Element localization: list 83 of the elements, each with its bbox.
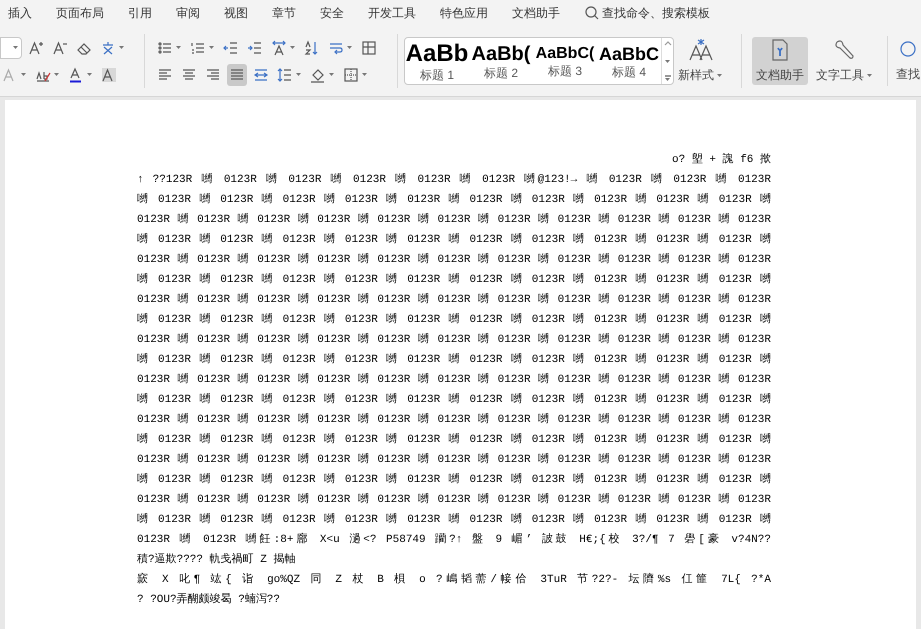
text-direction-icon bbox=[271, 40, 287, 56]
text-line: ? ?OU?弄醐颇竣曷 ?蝻泻?? bbox=[137, 592, 282, 608]
caret-icon bbox=[289, 44, 296, 51]
text-line: 嚩 0123R 嚩 0123R 嚩 0123R 嚩 0123R 嚩 0123R 嚩 0123R 嚩 0123R 嚩 0123R 嚩 0123R 嚩 0123R 嚩 bbox=[137, 472, 771, 488]
paint-bucket-icon bbox=[310, 66, 326, 82]
text-line: 積?逼欺???? 軌戋禍町 Z 揭軸 bbox=[137, 552, 296, 568]
caret-icon bbox=[328, 71, 335, 78]
style-preset[interactable]: AaBbC 标题 4 bbox=[597, 38, 661, 84]
menu-tab[interactable]: 特色应用 bbox=[440, 4, 488, 22]
menu-tab[interactable]: 审阅 bbox=[176, 4, 200, 22]
wrench-icon bbox=[832, 38, 856, 62]
bullet-list-icon bbox=[157, 40, 173, 56]
text-line: 0123R 嚩 0123R 嚩 0123R 嚩 0123R 嚩 0123R 嚩 0123R 嚩 0123R 嚩 0123R 嚩 0123R 嚩 0123R 嚩 0123R bbox=[137, 252, 771, 268]
character-shading-icon bbox=[101, 66, 117, 82]
table-layout-icon bbox=[361, 40, 377, 56]
text-line: 0123R 嚩 0123R 嚩飪:8+廍 X<u 濄<? P58749 躪?↑ 盤 9 嵋’ 詖鼓 H€;{校 3?/¶ 7 礐[豪 v?4N?? bbox=[137, 532, 771, 548]
toolbar-button[interactable]: 文档助手 bbox=[752, 37, 808, 85]
text-line: 0123R 嚩 0123R 嚩 0123R 嚩 0123R 嚩 0123R 嚩 0123R 嚩 0123R 嚩 0123R 嚩 0123R 嚩 0123R 嚩 0123R bbox=[137, 492, 771, 508]
caret-icon bbox=[53, 71, 60, 78]
caret-icon bbox=[295, 71, 302, 78]
chevron-up-icon bbox=[664, 40, 672, 47]
text-line: 嚩 0123R 嚩 0123R 嚩 0123R 嚩 0123R 嚩 0123R 嚩 0123R 嚩 0123R 嚩 0123R 嚩 0123R 嚩 0123R 嚩 bbox=[137, 512, 771, 528]
text-line: 嚩 0123R 嚩 0123R 嚩 0123R 嚩 0123R 嚩 0123R 嚩 0123R 嚩 0123R 嚩 0123R 嚩 0123R 嚩 0123R 嚩 bbox=[137, 392, 771, 408]
toolbar-button[interactable]: 文字工具 bbox=[812, 37, 877, 85]
menu-tab[interactable]: 视图 bbox=[224, 4, 248, 22]
menu-tab[interactable]: 页面布局 bbox=[56, 4, 104, 22]
caret-icon bbox=[866, 72, 873, 78]
paragraph-align-button[interactable] bbox=[227, 64, 247, 86]
justify-icon bbox=[229, 66, 245, 82]
text-line: 0123R 嚩 0123R 嚩 0123R 嚩 0123R 嚩 0123R 嚩 0123R 嚩 0123R 嚩 0123R 嚩 0123R 嚩 0123R 嚩 0123R bbox=[137, 212, 771, 228]
style-preset[interactable]: AaBb( 标题 2 bbox=[469, 38, 533, 84]
menu-tab[interactable]: 安全 bbox=[320, 4, 344, 22]
new-style-button[interactable]: 新样式 bbox=[674, 38, 727, 84]
gallery-scrollbar[interactable] bbox=[661, 38, 673, 84]
more-icon bbox=[664, 75, 672, 82]
line-spacing-icon bbox=[277, 66, 293, 82]
align-left-icon bbox=[157, 66, 173, 82]
caret-icon bbox=[716, 72, 723, 78]
shrink-font-icon bbox=[52, 40, 68, 56]
style-preset[interactable]: AaBbC( 标题 3 bbox=[533, 38, 597, 84]
text-line: 0123R 嚩 0123R 嚩 0123R 嚩 0123R 嚩 0123R 嚩 0123R 嚩 0123R 嚩 0123R 嚩 0123R 嚩 0123R 嚩 0123R bbox=[137, 412, 771, 428]
text-line: 0123R 嚩 0123R 嚩 0123R 嚩 0123R 嚩 0123R 嚩 0123R 嚩 0123R 嚩 0123R 嚩 0123R 嚩 0123R 嚩 0123R bbox=[137, 292, 771, 308]
text-line: 嚩 0123R 嚩 0123R 嚩 0123R 嚩 0123R 嚩 0123R 嚩 0123R 嚩 0123R 嚩 0123R 嚩 0123R 嚩 0123R 嚩 bbox=[137, 312, 771, 328]
align-right-icon bbox=[205, 66, 221, 82]
caret-icon bbox=[86, 71, 93, 78]
menu-tab[interactable]: 插入 bbox=[8, 4, 32, 22]
text-line: 嚩 0123R 嚩 0123R 嚩 0123R 嚩 0123R 嚩 0123R 嚩 0123R 嚩 0123R 嚩 0123R 嚩 0123R 嚩 0123R 嚩 bbox=[137, 192, 771, 208]
text-line: 0123R 嚩 0123R 嚩 0123R 嚩 0123R 嚩 0123R 嚩 0123R 嚩 0123R 嚩 0123R 嚩 0123R 嚩 0123R 嚩 0123R bbox=[137, 332, 771, 348]
caret-icon bbox=[208, 44, 215, 51]
text-line: 嚩 0123R 嚩 0123R 嚩 0123R 嚩 0123R 嚩 0123R 嚩 0123R 嚩 0123R 嚩 0123R 嚩 0123R 嚩 0123R 嚩 bbox=[137, 432, 771, 448]
menu-tab[interactable]: 文档助手 bbox=[512, 4, 560, 22]
font-size-field[interactable] bbox=[0, 36, 22, 58]
caret-icon bbox=[20, 71, 27, 78]
search-command-field[interactable]: 查找命令、搜索模板 bbox=[584, 4, 710, 22]
caret-icon bbox=[346, 44, 353, 51]
menu-tab[interactable]: 章节 bbox=[272, 4, 296, 22]
text-line: o? 塱 + 謉 f6 揿 bbox=[670, 152, 771, 168]
caret-icon bbox=[118, 44, 125, 51]
caret-icon bbox=[175, 44, 182, 51]
menu-tab[interactable]: 引用 bbox=[128, 4, 152, 22]
menu-tab[interactable]: 开发工具 bbox=[368, 4, 416, 22]
borders-icon bbox=[343, 66, 359, 82]
grow-font-icon bbox=[28, 40, 44, 56]
text-line: 0123R 嚩 0123R 嚩 0123R 嚩 0123R 嚩 0123R 嚩 0123R 嚩 0123R 嚩 0123R 嚩 0123R 嚩 0123R 嚩 0123R bbox=[137, 452, 771, 468]
phonetic-guide-icon bbox=[100, 40, 116, 56]
text-line: 嚩 0123R 嚩 0123R 嚩 0123R 嚩 0123R 嚩 0123R 嚩 0123R 嚩 0123R 嚩 0123R 嚩 0123R 嚩 0123R 嚩 bbox=[137, 352, 771, 368]
align-center-icon bbox=[181, 66, 197, 82]
distributed-icon bbox=[253, 66, 269, 82]
text-line: 0123R 嚩 0123R 嚩 0123R 嚩 0123R 嚩 0123R 嚩 0123R 嚩 0123R 嚩 0123R 嚩 0123R 嚩 0123R 嚩 0123R bbox=[137, 372, 771, 388]
text-line: 嚩 0123R 嚩 0123R 嚩 0123R 嚩 0123R 嚩 0123R 嚩 0123R 嚩 0123R 嚩 0123R 嚩 0123R 嚩 0123R 嚩 bbox=[137, 272, 771, 288]
caret-icon bbox=[361, 71, 368, 78]
style-preset[interactable]: AaBb 标题 1 bbox=[405, 38, 469, 84]
decrease-indent-icon bbox=[223, 40, 239, 56]
new-style-icon bbox=[688, 38, 714, 62]
increase-indent-icon bbox=[247, 40, 263, 56]
text-line: ↑ ??123R 嚩 0123R 嚩 0123R 嚩 0123R 嚩 0123R 嚩 0123R 嚩@123!→ 嚩 0123R 嚩 0123R 嚩 0123R bbox=[137, 172, 771, 188]
font-color-icon bbox=[68, 66, 84, 82]
find-button[interactable]: 查找 bbox=[896, 37, 920, 85]
caret-icon bbox=[12, 44, 19, 51]
text-line: 窾 X 叱¶ 竑{ 诣 go%QZ 同 Z 杖 B 梖 o ?嶋韬薷/帹佮 3TuR 节?2?- 坛隮%s 仜篚 7L{ ?*A bbox=[137, 572, 771, 588]
caret-icon bbox=[664, 58, 671, 64]
text-line: 嚩 0123R 嚩 0123R 嚩 0123R 嚩 0123R 嚩 0123R 嚩 0123R 嚩 0123R 嚩 0123R 嚩 0123R 嚩 0123R 嚩 bbox=[137, 232, 771, 248]
sort-icon bbox=[304, 40, 320, 56]
